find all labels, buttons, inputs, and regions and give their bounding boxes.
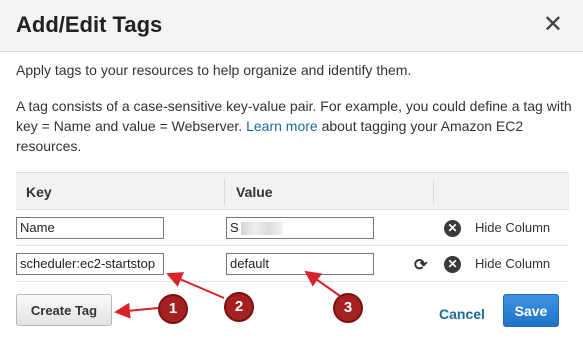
arrow-to-value-input xyxy=(304,270,341,297)
callout-2: 2 xyxy=(224,292,254,322)
callout-3: 3 xyxy=(333,293,363,323)
add-edit-tags-dialog: Add/Edit Tags ✕ Apply tags to your resou… xyxy=(0,0,583,340)
arrow-to-create-tag xyxy=(114,302,159,319)
callout-1: 1 xyxy=(158,294,188,324)
annotation-arrows xyxy=(114,270,341,319)
